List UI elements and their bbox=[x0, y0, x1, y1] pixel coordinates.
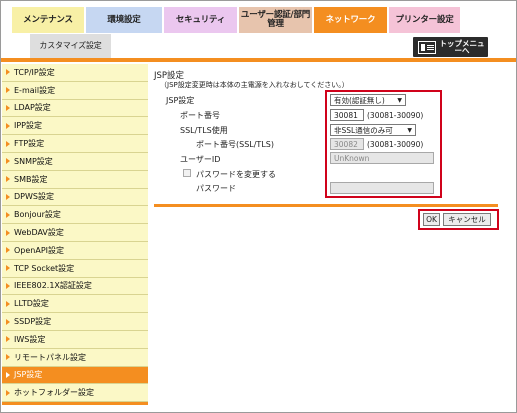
tab-customize[interactable]: カスタマイズ設定 bbox=[30, 34, 111, 58]
sidebar-item-label: IEEE802.1X認証設定 bbox=[14, 281, 92, 291]
triangle-right-icon bbox=[6, 336, 10, 343]
triangle-right-icon bbox=[6, 69, 10, 76]
sidebar-item[interactable]: リモートパネル設定 bbox=[2, 348, 148, 367]
sidebar-item[interactable]: SSDP設定 bbox=[2, 313, 148, 331]
port-label: ポート番号 bbox=[180, 111, 220, 120]
triangle-right-icon bbox=[6, 371, 10, 378]
triangle-right-icon bbox=[6, 193, 10, 200]
sidebar-item-label: Bonjour設定 bbox=[14, 210, 61, 220]
ssl-port-range: (30081-30090) bbox=[367, 140, 424, 149]
sidebar-item[interactable]: SNMP設定 bbox=[2, 152, 148, 171]
ssl-port-label: ポート番号(SSL/TLS) bbox=[196, 140, 274, 149]
sidebar-item-label: OpenAPI設定 bbox=[14, 245, 65, 255]
sidebar-item-label: ホットフォルダー設定 bbox=[14, 388, 94, 398]
triangle-right-icon bbox=[6, 354, 10, 361]
triangle-right-icon bbox=[6, 265, 10, 272]
sidebar-item[interactable]: ホットフォルダー設定 bbox=[2, 384, 148, 403]
sidebar-item[interactable]: FTP設定 bbox=[2, 135, 148, 153]
top-menu-label: トップメニューへ bbox=[439, 38, 485, 55]
content-divider bbox=[154, 204, 498, 207]
ssl-label: SSL/TLS使用 bbox=[180, 126, 228, 135]
panel-icon bbox=[418, 40, 436, 54]
cancel-button[interactable]: キャンセル bbox=[443, 213, 491, 226]
sidebar-item[interactable]: WebDAV設定 bbox=[2, 224, 148, 242]
triangle-right-icon bbox=[6, 389, 10, 396]
tab-security[interactable]: セキュリティ bbox=[164, 7, 237, 33]
main-tab-bar: メンテナンス 環境設定 セキュリティ ユーザー認証/部門管理 ネットワーク プリ… bbox=[12, 7, 460, 33]
jsp-setting-value: 有効(認証無し) bbox=[334, 95, 385, 105]
secondary-tab-bar: カスタマイズ設定 bbox=[30, 34, 111, 58]
ok-button[interactable]: OK bbox=[423, 213, 440, 226]
sidebar-item-label: E-mail設定 bbox=[14, 85, 56, 95]
top-menu-button[interactable]: トップメニューへ bbox=[413, 37, 488, 57]
sidebar-item-label: JSP設定 bbox=[14, 370, 43, 380]
change-password-checkbox[interactable] bbox=[183, 169, 191, 177]
triangle-right-icon bbox=[6, 176, 10, 183]
sidebar-item[interactable]: DPWS設定 bbox=[2, 188, 148, 207]
sidebar-item[interactable]: JSP設定 bbox=[2, 366, 148, 385]
tab-maintenance[interactable]: メンテナンス bbox=[12, 7, 84, 33]
sidebar-item-label: FTP設定 bbox=[14, 139, 45, 149]
dropdown-arrow-icon: ▼ bbox=[397, 96, 402, 104]
tab-printer[interactable]: プリンター設定 bbox=[389, 7, 460, 33]
sidebar-item-label: TCP/IP設定 bbox=[14, 67, 55, 77]
sidebar-item[interactable]: Bonjour設定 bbox=[2, 206, 148, 225]
sidebar-item[interactable]: IPP設定 bbox=[2, 117, 148, 136]
sidebar-item-label: SNMP設定 bbox=[14, 156, 53, 166]
triangle-right-icon bbox=[6, 247, 10, 254]
triangle-right-icon bbox=[6, 122, 10, 129]
sidebar-item[interactable]: SMB設定 bbox=[2, 170, 148, 189]
triangle-right-icon bbox=[6, 229, 10, 236]
userid-input[interactable]: UnKnown bbox=[330, 152, 434, 164]
sidebar-item[interactable]: IWS設定 bbox=[2, 330, 148, 349]
sidebar-item-label: SSDP設定 bbox=[14, 317, 52, 327]
sidebar-item[interactable]: E-mail設定 bbox=[2, 81, 148, 100]
sidebar-item-label: DPWS設定 bbox=[14, 192, 54, 202]
password-label: パスワード bbox=[196, 184, 236, 193]
sidebar-item[interactable]: TCP/IP設定 bbox=[2, 64, 148, 82]
sidebar-item-label: LLTD設定 bbox=[14, 299, 49, 309]
tab-environment[interactable]: 環境設定 bbox=[86, 7, 162, 33]
port-input[interactable]: 30081 bbox=[330, 109, 364, 121]
triangle-right-icon bbox=[6, 300, 10, 307]
password-input[interactable] bbox=[330, 182, 434, 194]
ssl-value: 非SSL通信のみ可 bbox=[334, 125, 393, 135]
sidebar-item-label: IWS設定 bbox=[14, 334, 46, 344]
jsp-setting-select[interactable]: 有効(認証無し) ▼ bbox=[330, 94, 406, 106]
triangle-right-icon bbox=[6, 158, 10, 165]
header-divider bbox=[1, 58, 516, 62]
sidebar-item[interactable]: LLTD設定 bbox=[2, 295, 148, 314]
sidebar-item-label: SMB設定 bbox=[14, 174, 48, 184]
jsp-setting-label: JSP設定 bbox=[166, 96, 195, 105]
change-password-label: パスワードを変更する bbox=[196, 170, 276, 179]
sidebar-item-label: リモートパネル設定 bbox=[14, 352, 86, 362]
ssl-port-input[interactable]: 30082 bbox=[330, 138, 364, 150]
sidebar-item[interactable]: OpenAPI設定 bbox=[2, 241, 148, 260]
sidebar-item[interactable]: LDAP設定 bbox=[2, 99, 148, 118]
triangle-right-icon bbox=[6, 211, 10, 218]
sidebar-divider bbox=[2, 402, 148, 405]
triangle-right-icon bbox=[6, 140, 10, 147]
triangle-right-icon bbox=[6, 318, 10, 325]
sidebar-item-label: WebDAV設定 bbox=[14, 228, 64, 238]
sidebar-item[interactable]: IEEE802.1X認証設定 bbox=[2, 277, 148, 296]
sidebar-item-label: LDAP設定 bbox=[14, 103, 51, 113]
restart-note: （JSP設定変更時は本体の主電源を入れなおしてください。） bbox=[160, 81, 349, 89]
triangle-right-icon bbox=[6, 282, 10, 289]
tab-network[interactable]: ネットワーク bbox=[314, 7, 387, 33]
tab-user-auth[interactable]: ユーザー認証/部門管理 bbox=[239, 7, 312, 33]
userid-label: ユーザーID bbox=[180, 155, 221, 164]
sidebar-item[interactable]: TCP Socket設定 bbox=[2, 259, 148, 278]
sidebar-item-label: TCP Socket設定 bbox=[14, 263, 75, 273]
triangle-right-icon bbox=[6, 104, 10, 111]
ssl-select[interactable]: 非SSL通信のみ可 ▼ bbox=[330, 124, 416, 136]
sidebar-item-label: IPP設定 bbox=[14, 121, 43, 131]
port-range: (30081-30090) bbox=[367, 111, 424, 120]
dropdown-arrow-icon: ▼ bbox=[407, 126, 412, 134]
triangle-right-icon bbox=[6, 87, 10, 94]
sidebar: TCP/IP設定 E-mail設定 LDAP設定 IPP設定 FTP設定 SNMP設定 SM… bbox=[2, 64, 148, 403]
